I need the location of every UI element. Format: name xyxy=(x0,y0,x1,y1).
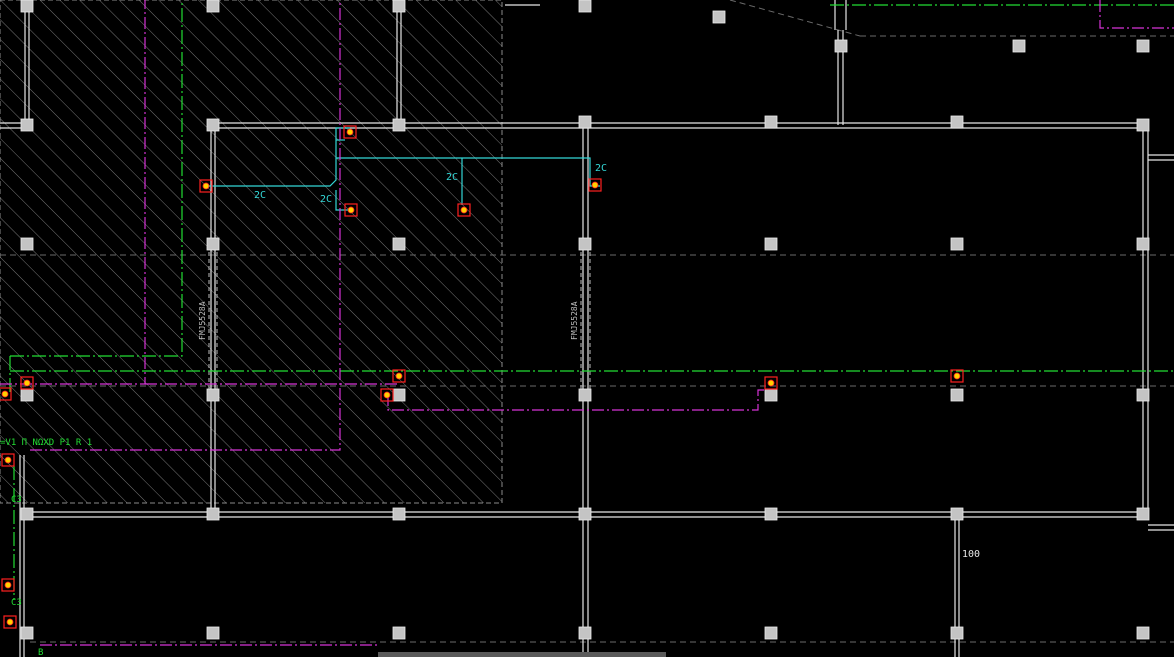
column-4 xyxy=(712,10,726,24)
column-24 xyxy=(392,388,406,402)
fire-alarm-device-12 xyxy=(1,578,15,592)
column-19 xyxy=(764,237,778,251)
column-16 xyxy=(206,237,220,251)
column-20 xyxy=(950,237,964,251)
cable-label-4: 2C xyxy=(595,163,607,174)
cable-label-1: 2C xyxy=(254,190,266,201)
horizontal-scrollbar[interactable] xyxy=(378,652,666,657)
column-22 xyxy=(20,388,34,402)
column-13 xyxy=(950,115,964,129)
beam-label-mid: FMJ5528A xyxy=(570,301,579,340)
dimension-label: 100 xyxy=(962,549,980,560)
cable-label-2: 2C xyxy=(320,194,332,205)
fire-alarm-device-13 xyxy=(3,615,17,629)
column-41 xyxy=(950,626,964,640)
left-mark-1: C3 xyxy=(11,495,22,505)
column-7 xyxy=(1136,39,1150,53)
column-30 xyxy=(206,507,220,521)
column-12 xyxy=(764,115,778,129)
column-39 xyxy=(578,626,592,640)
column-6 xyxy=(1012,39,1026,53)
column-29 xyxy=(20,507,34,521)
cable-label-3: 2C xyxy=(446,172,458,183)
legend-green-text: =V1 Π NΩXD P1 R 1 xyxy=(0,438,92,448)
column-32 xyxy=(578,507,592,521)
column-33 xyxy=(764,507,778,521)
beam-label-left: FMJ5528A xyxy=(198,301,207,340)
column-17 xyxy=(392,237,406,251)
column-25 xyxy=(578,388,592,402)
column-0 xyxy=(20,0,34,13)
column-5 xyxy=(834,39,848,53)
column-21 xyxy=(1136,237,1150,251)
fire-alarm-device-7 xyxy=(764,376,778,390)
left-mark-3: B xyxy=(38,648,43,657)
column-3 xyxy=(578,0,592,13)
fire-alarm-device-4 xyxy=(588,178,602,192)
hatched-zone xyxy=(0,0,503,504)
column-42 xyxy=(1136,626,1150,640)
cad-drawing-canvas[interactable]: 2C 2C 2C 2C FMJ5528A FMJ5528A 100 =V1 Π … xyxy=(0,0,1174,657)
left-mark-2: C3 xyxy=(11,598,22,608)
column-26 xyxy=(764,388,778,402)
fire-alarm-device-8 xyxy=(950,369,964,383)
column-37 xyxy=(206,626,220,640)
column-31 xyxy=(392,507,406,521)
column-35 xyxy=(1136,507,1150,521)
column-18 xyxy=(578,237,592,251)
column-40 xyxy=(764,626,778,640)
column-9 xyxy=(206,118,220,132)
column-15 xyxy=(20,237,34,251)
column-11 xyxy=(578,115,592,129)
column-14 xyxy=(1136,118,1150,132)
column-10 xyxy=(392,118,406,132)
column-28 xyxy=(1136,388,1150,402)
column-2 xyxy=(392,0,406,13)
column-23 xyxy=(206,388,220,402)
column-34 xyxy=(950,507,964,521)
column-36 xyxy=(20,626,34,640)
column-8 xyxy=(20,118,34,132)
column-27 xyxy=(950,388,964,402)
column-38 xyxy=(392,626,406,640)
column-1 xyxy=(206,0,220,13)
